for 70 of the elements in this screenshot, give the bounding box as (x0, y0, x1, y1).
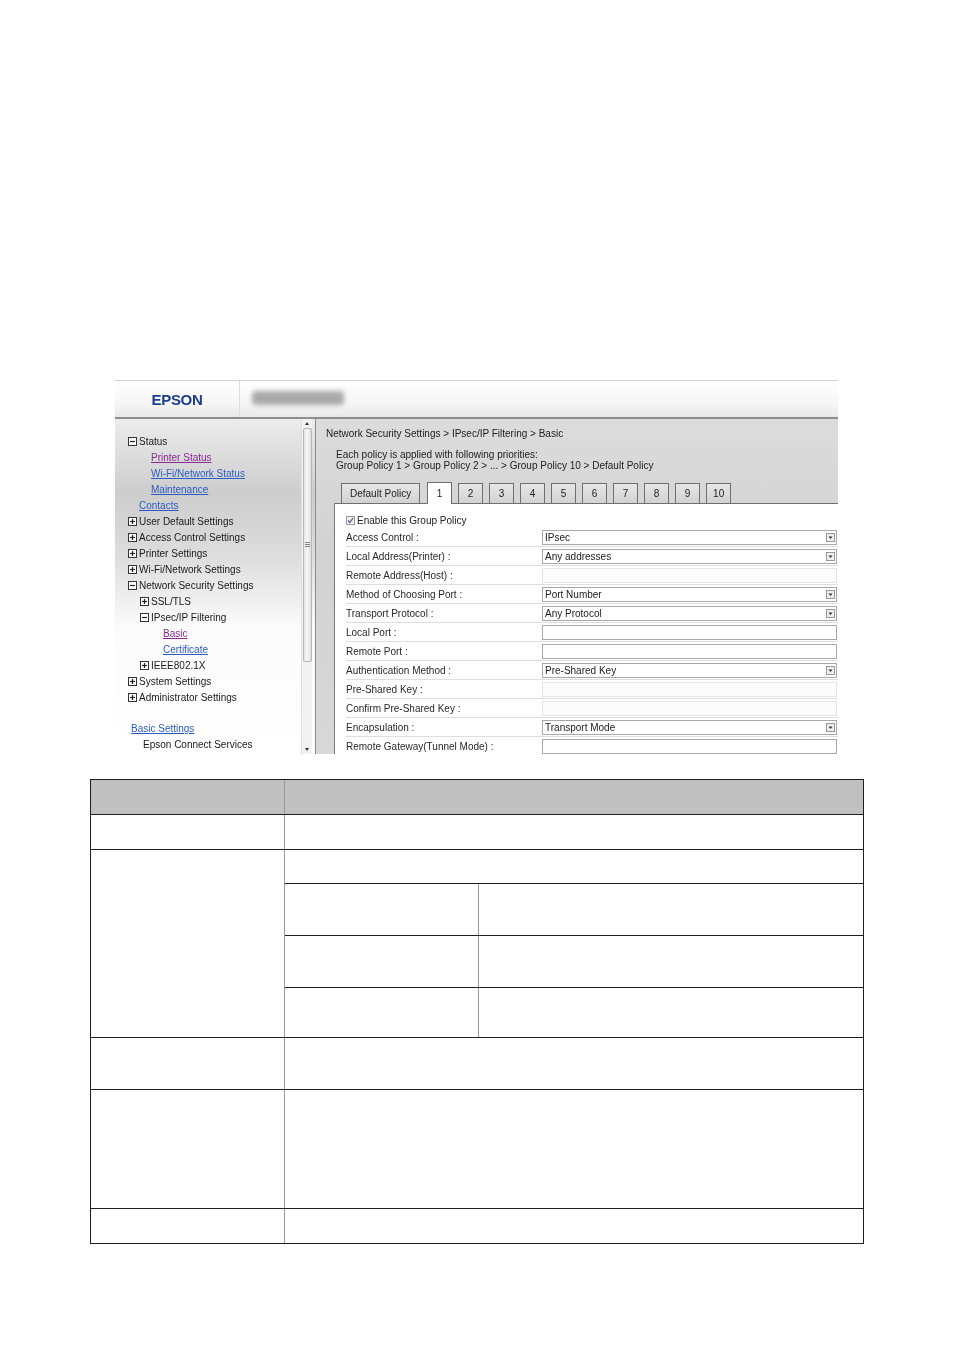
tree-item[interactable]: Printer Settings (139, 547, 208, 559)
nav-link[interactable]: Basic Settings (131, 722, 195, 734)
tab[interactable]: 10 (706, 483, 732, 503)
field-label: Local Port : (346, 626, 398, 638)
field-label: Confirm Pre-Shared Key : (346, 702, 462, 714)
tree-item[interactable]: Network Security Settings (139, 579, 254, 591)
input-field[interactable] (542, 738, 837, 754)
plus-box-icon[interactable] (140, 596, 149, 606)
tree-item[interactable]: System Settings (139, 675, 212, 687)
nav-link[interactable]: Basic (163, 627, 188, 639)
dropdown[interactable]: Transport Mode (542, 719, 837, 735)
tree-item[interactable]: IEEE802.1X (151, 659, 206, 671)
tree-item[interactable]: Status (139, 435, 168, 447)
plus-box-icon[interactable] (128, 564, 137, 574)
tree-item[interactable]: Access Control Settings (139, 531, 246, 543)
tab[interactable]: 4 (520, 483, 546, 503)
field-label: Pre-Shared Key : (346, 683, 424, 695)
dropdown[interactable]: IPsec (542, 529, 837, 545)
field-label: Encapsulation : (346, 721, 416, 733)
tab[interactable]: Default Policy (341, 483, 421, 503)
tab[interactable]: 9 (675, 483, 701, 503)
minus-box-icon[interactable] (140, 612, 149, 622)
plus-box-icon[interactable] (128, 548, 137, 558)
tab[interactable]: 6 (582, 483, 608, 503)
tab[interactable]: 3 (489, 483, 515, 503)
plus-box-icon[interactable] (140, 660, 149, 670)
breadcrumb: Network Security Settings > IPsec/IP Filtering > Basic (326, 428, 565, 440)
nav-link[interactable]: Printer Status (151, 451, 212, 463)
field-label: Remote Address(Host) : (346, 569, 454, 581)
intro-text: Group Policy 1 > Group Policy 2 > ... > Group Policy 10 > Default Policy (336, 460, 655, 471)
tree-item[interactable]: Wi-Fi/Network Settings (139, 563, 241, 575)
tab[interactable]: 1 (427, 482, 453, 504)
plus-box-icon[interactable] (128, 692, 137, 702)
minus-box-icon[interactable] (128, 580, 137, 590)
checkbox[interactable] (346, 516, 355, 525)
plus-box-icon[interactable] (128, 532, 137, 542)
tab[interactable]: 5 (551, 483, 577, 503)
field-label: Remote Gateway(Tunnel Mode) : (346, 740, 495, 752)
tree-item[interactable]: SSL/TLS (151, 595, 192, 607)
nav-link[interactable]: Maintenance (151, 483, 209, 495)
logo-text: EPSON (151, 390, 203, 408)
nav-link[interactable]: Certificate (163, 643, 208, 655)
plus-box-icon[interactable] (128, 516, 137, 526)
field-label: Authentication Method : (346, 664, 453, 676)
field-label: Access Control : (346, 531, 420, 543)
field-label: Remote Port : (346, 645, 409, 657)
tree-item[interactable]: IPsec/IP Filtering (151, 611, 227, 623)
minus-box-icon[interactable] (128, 436, 137, 446)
tab[interactable]: 2 (458, 483, 484, 503)
tree-item[interactable]: Administrator Settings (139, 691, 237, 703)
field-label: Local Address(Printer) : (346, 550, 452, 562)
nav-link[interactable]: Wi-Fi/Network Status (151, 467, 245, 479)
tree-item[interactable]: User Default Settings (139, 515, 234, 527)
dropdown[interactable]: Pre-Shared Key (542, 662, 837, 678)
scrollbar-thumb[interactable] (302, 428, 312, 662)
dropdown[interactable]: Any Protocol (542, 605, 837, 621)
checkbox-label: Enable this Group Policy (357, 515, 467, 526)
dropdown[interactable]: Port Number (542, 586, 837, 602)
grip-lines-icon (304, 542, 310, 548)
tab[interactable]: 7 (613, 483, 639, 503)
nav-link[interactable]: Contacts (139, 499, 179, 511)
nav-item[interactable]: Epson Connect Services (143, 738, 253, 750)
tab[interactable]: 8 (644, 483, 670, 503)
input-field[interactable] (542, 624, 837, 640)
dropdown[interactable]: Any addresses (542, 548, 837, 564)
plus-box-icon[interactable] (128, 676, 137, 686)
field-label: Transport Protocol : (346, 607, 435, 619)
input-field[interactable] (542, 643, 837, 659)
field-label: Method of Choosing Port : (346, 588, 464, 600)
intro-text: Each policy is applied with following priorities: (336, 449, 539, 460)
